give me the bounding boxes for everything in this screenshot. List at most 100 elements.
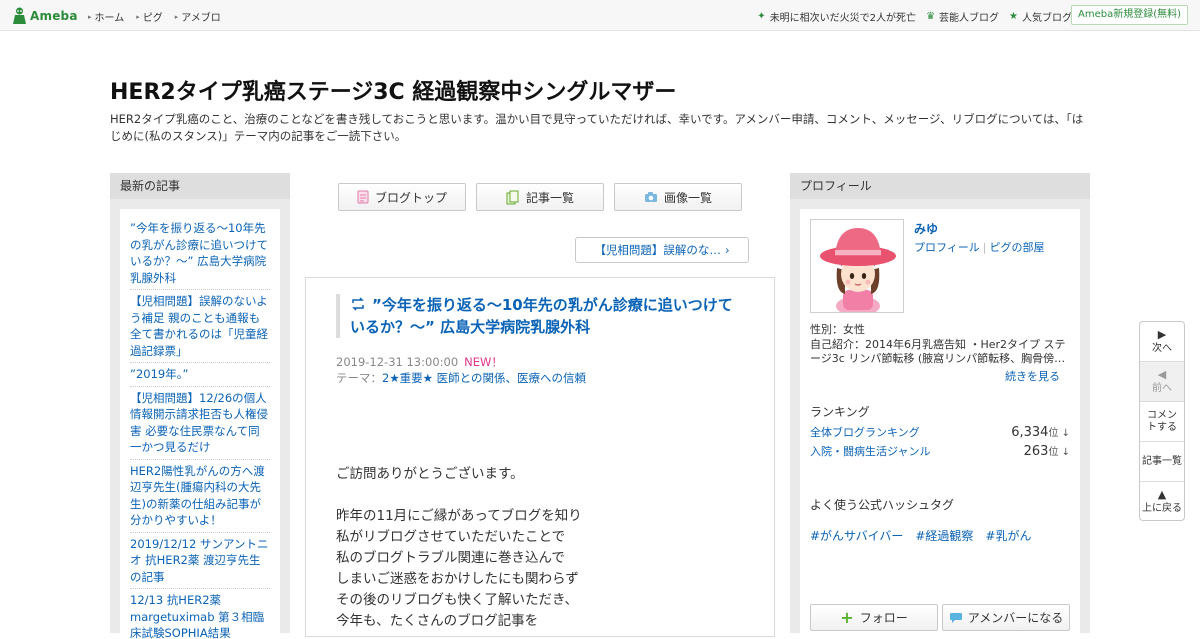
previous-article-label: 【児相問題】誤解のな… (594, 243, 721, 257)
floating-side-nav: ▶ 次へ ◀ 前へ コメントする 記事一覧 ▲ 上に戻る (1139, 321, 1185, 521)
avatar[interactable] (810, 219, 904, 313)
comment-button[interactable]: コメントする (1140, 402, 1184, 442)
profile-panel: プロフィール みゆ プロフィール | ピグの部屋 性別：女性 自己紹介：2014… (790, 173, 1090, 639)
new-badge: NEW！ (464, 355, 503, 369)
ranking-label[interactable]: 全体ブログランキング (810, 424, 920, 440)
plus-icon: + (840, 608, 854, 627)
next-label: 次へ (1152, 342, 1172, 354)
blog-top-label: ブログトップ (374, 190, 447, 205)
recent-post-item[interactable]: 【児相問題】誤解のないよう補足 親のことも通報も全て書かれるのは「児童経過記録票… (130, 290, 270, 363)
celebrity-label: 芸能人ブログ (939, 13, 1000, 24)
divider: | (982, 241, 987, 254)
blog-title[interactable]: HER2タイプ乳癌ステージ3C 経過観察中シングルマザー (110, 74, 676, 106)
reblog-icon (352, 297, 364, 311)
recent-posts-list: ”今年を振り返る～10年先の乳がん診療に追いつけているか？～” 広島大学病院乳腺… (120, 209, 280, 639)
ranking-label[interactable]: 入院・闘病生活ジャンル (810, 443, 930, 459)
recent-post-item[interactable]: 【児相問題】12/26の個人情報開示請求拒否も人権侵害 必要な住民票なんて同一か… (130, 387, 270, 460)
follow-label: フォロー (859, 611, 908, 625)
amember-label: アメンバーになる (967, 611, 1064, 625)
blog-description: HER2タイプ乳癌のこと、治療のことなどを書き残しておこうと思います。温かい目で… (110, 112, 1084, 143)
profile-link[interactable]: プロフィール (914, 241, 980, 254)
image-list-label: 画像一覧 (663, 190, 712, 205)
body-paragraph: ご訪問ありがとうございます。 (336, 464, 736, 485)
previous-article-link[interactable]: 【児相問題】誤解のな… › (575, 237, 749, 263)
ranking-value-wrap: 263位 ↓ (1024, 443, 1070, 459)
nav-label: ピグ (142, 13, 163, 24)
ranking-value: 6,334 (1011, 425, 1049, 440)
chevron-right-icon: ▸ (174, 12, 179, 21)
theme-label: テーマ： (336, 371, 382, 385)
article-body: ご訪問ありがとうございます。 昨年の11月にご縁があってブログを知り 私がリブロ… (336, 464, 736, 636)
amember-button[interactable]: アメンバーになる (942, 604, 1070, 631)
see-more-link[interactable]: 続きを見る (1005, 368, 1060, 384)
ranking-value: 263 (1023, 444, 1049, 459)
hashtag-link[interactable]: #がんサバイバー (810, 527, 903, 544)
body-paragraph: 昨年の11月にご縁があってブログを知り 私がリブログさせていただいたことで 私の… (336, 506, 736, 632)
chevron-right-icon: › (724, 243, 730, 257)
ranking-row: 入院・闘病生活ジャンル 263位 ↓ (810, 443, 1070, 459)
chevron-right-icon: ▸ (88, 12, 92, 21)
signup-button[interactable]: Ameba新規登録(無料) (1070, 5, 1188, 25)
recent-posts-panel: 最新の記事 ”今年を振り返る～10年先の乳がん診療に追いつけているか？～” 広島… (110, 173, 290, 639)
article-list-label: 記事一覧 (525, 190, 574, 205)
article-list-button[interactable]: 記事一覧 (476, 183, 604, 211)
profile-links: プロフィール | ピグの部屋 (914, 239, 1045, 255)
body-line: 昨年の11月にご縁があってブログを知り (336, 508, 582, 524)
recent-post-item[interactable]: 2019/12/12 サンアントニオ 抗HER2薬 渡辺亨先生の記事 (130, 533, 270, 589)
article: ”今年を振り返る～10年先の乳がん診療に追いつけているか？～” 広島大学病院乳腺… (305, 277, 775, 637)
back-to-top-label: 上に戻る (1142, 503, 1182, 514)
logo-text: Ameba (30, 9, 78, 23)
ameba-mark-icon (13, 7, 26, 24)
next-button[interactable]: ▶ 次へ (1140, 322, 1184, 362)
article-title[interactable]: ”今年を振り返る～10年先の乳がん診療に追いつけているか？～” 広島大学病院乳腺… (336, 294, 736, 338)
avatar-illustration (811, 220, 903, 312)
hashtag-link[interactable]: #経過観察 (915, 527, 973, 544)
back-to-top-button[interactable]: ▲ 上に戻る (1140, 482, 1184, 520)
sparkle-icon: ✦ (757, 11, 766, 22)
star-icon: ★ (1009, 11, 1018, 22)
profile-heading: プロフィール (790, 173, 1090, 199)
nav-amebablog[interactable]: ▸ アメブロ (174, 9, 221, 25)
pig-room-link[interactable]: ピグの部屋 (990, 241, 1045, 254)
ameba-logo[interactable]: Ameba (12, 6, 78, 26)
recent-post-item[interactable]: 12/13 抗HER2薬 margetuximab 第３相臨床試験SOPHIA結… (130, 589, 270, 639)
blog-top-button[interactable]: ブログトップ (338, 183, 466, 211)
recent-posts-heading: 最新の記事 (110, 173, 290, 199)
copy-icon (506, 190, 519, 204)
profile-intro: 自己紹介：2014年6月乳癌告知 ・Her2タイプ ステージ3c リンパ節転移 … (810, 337, 1066, 366)
global-nav: ▸ ホーム ▸ ピグ ▸ アメブロ (88, 9, 233, 25)
nav-pigg[interactable]: ▸ ピグ (136, 9, 163, 25)
follow-button[interactable]: + フォロー (810, 604, 938, 631)
news-link[interactable]: ✦ 未明に相次いだ火災で2人が死亡 (757, 9, 916, 24)
popular-label: 人気ブログ (1022, 13, 1072, 24)
recent-post-item[interactable]: ”今年を振り返る～10年先の乳がん診療に追いつけているか？～” 広島大学病院乳腺… (130, 217, 270, 290)
prev-button: ◀ 前へ (1140, 362, 1184, 402)
chevron-right-icon: ▸ (136, 12, 140, 21)
profile-info: 性別：女性 自己紹介：2014年6月乳癌告知 ・Her2タイプ ステージ3c リ… (810, 323, 1072, 367)
header-links: ✦ 未明に相次いだ火災で2人が死亡 ♛ 芸能人ブログ ★ 人気ブログ (747, 9, 1072, 24)
comment-label: コメントする (1147, 409, 1177, 433)
body-line: 今年も、たくさんのブログ記事を (336, 613, 539, 629)
body-line: その後のリブログも快く了解いただき、 (336, 592, 579, 608)
profile-name[interactable]: みゆ (914, 220, 938, 237)
article-date: 2019-12-31 13:00:00 NEW！ (336, 354, 503, 370)
ranking-row: 全体ブログランキング 6,334位 ↓ (810, 424, 1070, 440)
nav-label: ホーム (94, 13, 125, 24)
image-list-button[interactable]: 画像一覧 (614, 183, 742, 211)
triangle-right-icon: ▶ (1157, 327, 1167, 341)
body-line: ご訪問ありがとうございます。 (336, 466, 524, 482)
triangle-up-icon: ▲ (1157, 488, 1167, 501)
celebrity-blog-link[interactable]: ♛ 芸能人ブログ (926, 9, 999, 24)
hashtag-list: #がんサバイバー #経過観察 #乳がん (810, 527, 1043, 544)
ranking-title: ランキング (810, 405, 870, 419)
side-article-list-button[interactable]: 記事一覧 (1140, 442, 1184, 482)
date-text: 2019-12-31 13:00:00 (336, 355, 459, 369)
popular-blog-link[interactable]: ★ 人気ブログ (1009, 9, 1072, 24)
recent-post-item[interactable]: ”2019年。” (130, 363, 270, 387)
hashtag-link[interactable]: #乳がん (985, 527, 1031, 544)
theme-link[interactable]: 2★重要★ 医師との関係、医療への信頼 (382, 371, 586, 385)
article-title-text: ”今年を振り返る～10年先の乳がん診療に追いつけているか？～” 広島大学病院乳腺… (350, 296, 733, 336)
recent-post-item[interactable]: HER2陽性乳がんの方へ渡辺亨先生(腫瘍内科の大先生)の新薬の仕組み記事が分かり… (130, 460, 270, 533)
global-header: Ameba ▸ ホーム ▸ ピグ ▸ アメブロ ✦ 未明に相次いだ火災で2人が死亡 ♛ 芸… (0, 0, 1200, 31)
nav-home[interactable]: ▸ ホーム (88, 9, 125, 25)
